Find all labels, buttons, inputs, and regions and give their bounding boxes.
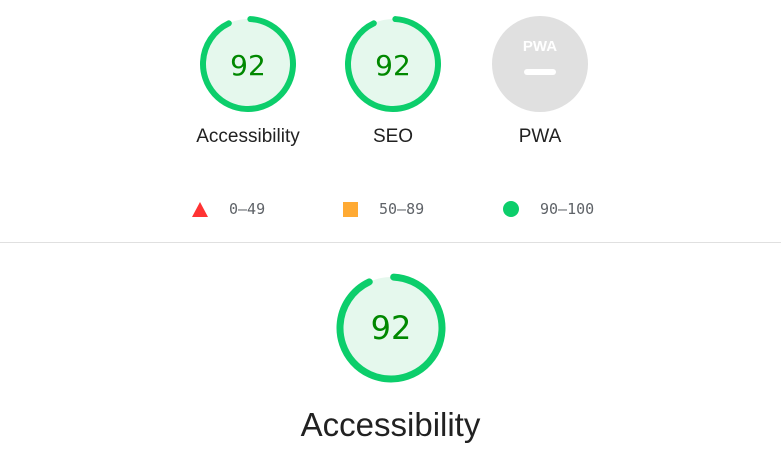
score-ring-detail: 92	[336, 273, 445, 383]
score-value: 92	[370, 309, 411, 347]
pwa-badge-text: PWA	[523, 38, 557, 55]
category-header-accessibility: 92 Accessibility	[0, 272, 781, 444]
legend-item-average: 50–89	[343, 200, 424, 218]
pass-circle-icon	[503, 201, 519, 217]
average-square-icon	[343, 201, 358, 217]
score-scale-legend: 0–49 50–89 90–100	[0, 200, 781, 222]
score-ring-seo: 92	[345, 16, 441, 112]
pwa-dash-icon	[524, 69, 556, 75]
gauge-label: Accessibility	[196, 126, 300, 147]
score-value: 92	[375, 49, 411, 82]
legend-item-pass: 90–100	[503, 200, 594, 218]
category-title: Accessibility	[300, 406, 481, 443]
gauge-accessibility[interactable]: 92 Accessibility	[183, 16, 313, 148]
gauge-pwa[interactable]: PWA PWA	[475, 16, 605, 148]
legend-range: 90–100	[540, 200, 595, 218]
category-gauges: 92 Accessibility 92 SEO PWA PWA	[0, 16, 781, 166]
legend-range: 50–89	[379, 200, 425, 218]
gauge-seo[interactable]: 92 SEO	[328, 16, 458, 148]
section-divider	[0, 242, 781, 243]
score-value: 92	[230, 49, 266, 82]
gauge-label: SEO	[372, 126, 414, 147]
fail-triangle-icon	[192, 201, 208, 217]
legend-item-fail: 0–49	[192, 200, 265, 218]
score-ring-accessibility: 92	[200, 16, 296, 112]
pwa-badge-icon: PWA	[492, 16, 588, 112]
legend-range: 0–49	[229, 200, 266, 218]
gauge-label: PWA	[518, 126, 562, 147]
